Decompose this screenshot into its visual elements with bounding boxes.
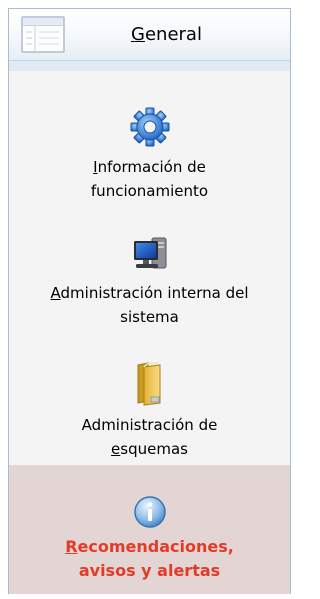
navigation-panel: General Información de funcionamiento Ad… <box>8 8 291 594</box>
nav-item-label: Administración de esquemas <box>81 416 218 458</box>
nav-item-label: Administración interna del sistema <box>50 284 249 326</box>
info-icon <box>133 496 166 528</box>
gear-icon <box>130 107 169 147</box>
folder-icon <box>137 362 160 406</box>
computer-icon <box>133 237 166 269</box>
header-separator <box>9 61 290 71</box>
nav-item-informacion-funcionamiento[interactable]: Información de funcionamiento <box>9 105 290 211</box>
section-header-label: General <box>131 24 202 45</box>
window-icon <box>21 16 65 53</box>
nav-item-administracion-interna[interactable]: Administración interna del sistema <box>9 235 290 341</box>
section-header-general[interactable]: General <box>9 9 290 61</box>
nav-item-administracion-esquemas[interactable]: Administración de esquemas <box>9 361 290 467</box>
nav-item-label: Información de funcionamiento <box>90 158 209 200</box>
nav-item-label: Recomendaciones, avisos y alertas <box>65 537 234 580</box>
nav-item-recomendaciones[interactable]: Recomendaciones, avisos y alertas <box>9 465 290 594</box>
